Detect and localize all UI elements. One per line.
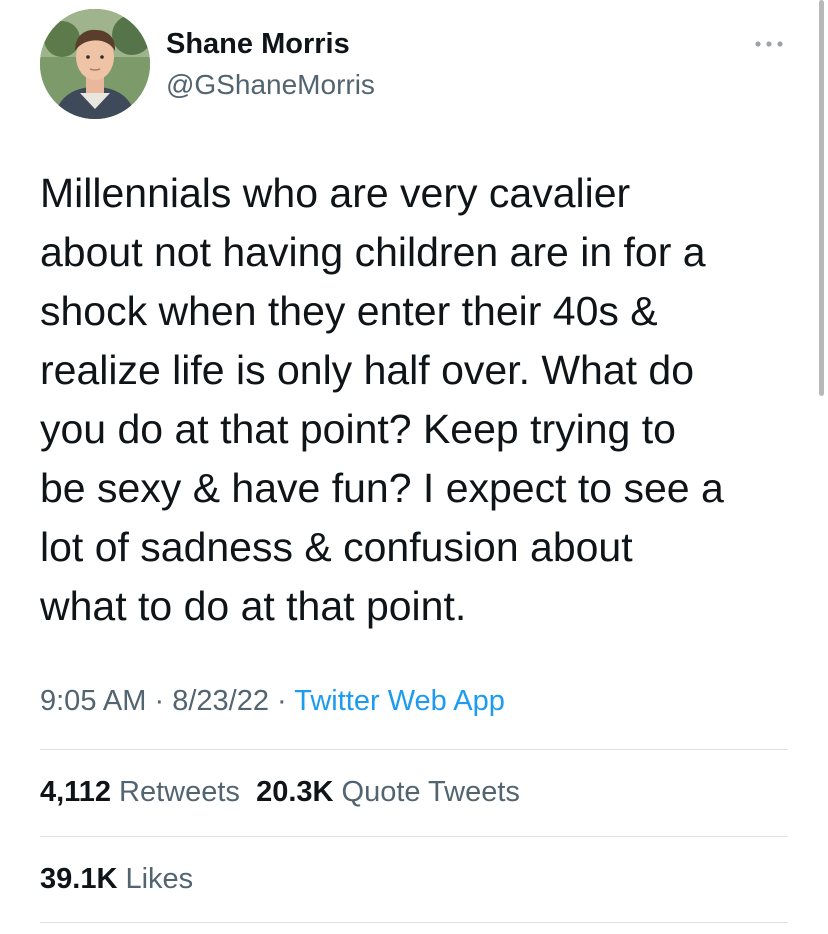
tweet-date[interactable]: 8/23/22 <box>172 685 269 717</box>
tweet-time[interactable]: 9:05 AM <box>40 685 146 717</box>
meta-separator: · <box>154 685 165 717</box>
tweet-text-line: realize life is only half over. What do <box>40 347 695 393</box>
tweet-text-line: be sexy & have fun? I expect to see a <box>40 465 724 511</box>
more-options-button[interactable] <box>748 26 790 62</box>
likes-link[interactable]: 39.1K Likes <box>40 863 193 895</box>
tweet-metadata: 9:05 AM · 8/23/22 · Twitter Web App <box>40 681 505 721</box>
quote-tweets-label: Quote Tweets <box>341 776 520 808</box>
likes-label: Likes <box>125 863 194 895</box>
tweet-text-line: what to do at that point. <box>40 583 467 629</box>
divider <box>40 922 788 923</box>
tweet-detail: Shane Morris @GShaneMorris Millennials w… <box>0 0 828 934</box>
scrollbar[interactable] <box>819 0 824 396</box>
user-handle[interactable]: @GShaneMorris <box>166 67 375 103</box>
display-name[interactable]: Shane Morris <box>166 26 350 62</box>
divider <box>40 749 788 750</box>
tweet-text-line: about not having children are in for a <box>40 229 706 275</box>
avatar-image <box>40 9 150 119</box>
retweets-link[interactable]: 4,112 Retweets <box>40 776 240 808</box>
tweet-text-line: shock when they enter their 40s & <box>40 288 658 334</box>
quote-tweets-link[interactable]: 20.3K Quote Tweets <box>256 776 520 808</box>
avatar[interactable] <box>40 9 150 119</box>
tweet-text-line: you do at that point? Keep trying to <box>40 406 676 452</box>
quote-tweets-count: 20.3K <box>256 776 334 808</box>
retweets-count: 4,112 <box>40 776 111 808</box>
tweet-text-line: lot of sadness & confusion about <box>40 524 633 570</box>
meta-separator: · <box>277 685 287 717</box>
retweets-label: Retweets <box>119 776 240 808</box>
tweet-text-line: Millennials who are very cavalier <box>40 170 631 216</box>
tweet-source-link[interactable]: Twitter Web App <box>294 685 505 717</box>
likes-count: 39.1K <box>40 863 118 895</box>
likes-stats-row: 39.1K Likes <box>40 859 193 899</box>
divider <box>40 836 788 837</box>
more-horizontal-icon <box>755 41 783 47</box>
retweet-stats-row: 4,112 Retweets 20.3K Quote Tweets <box>40 772 520 812</box>
tweet-text: Millennials who are very cavalier about … <box>40 164 800 636</box>
